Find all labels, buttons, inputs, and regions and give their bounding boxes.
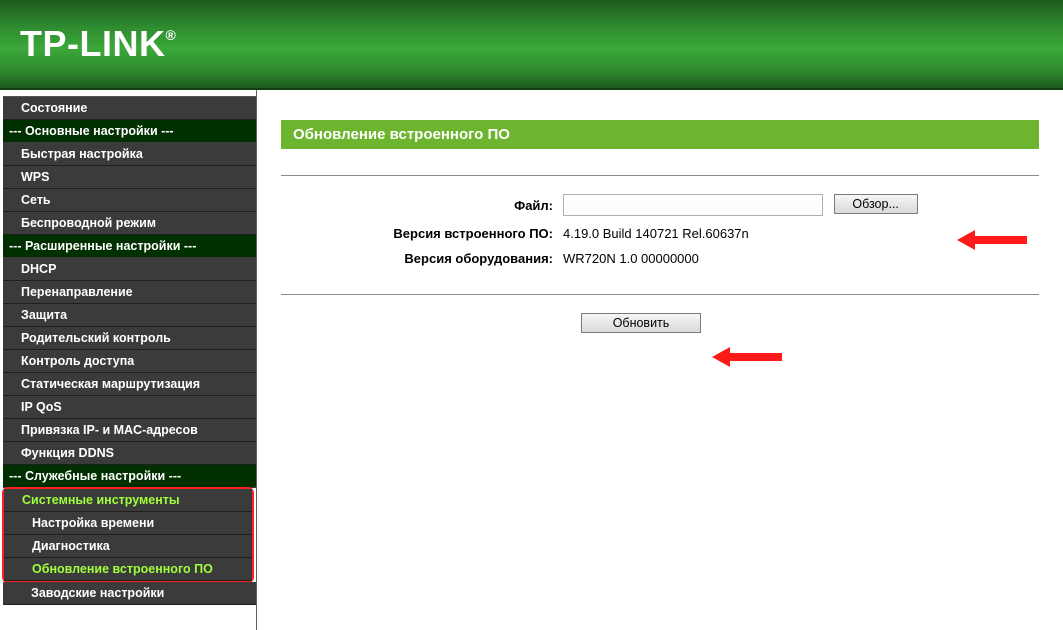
- file-row: Файл: Обзор...: [281, 194, 1039, 216]
- nav-item-network[interactable]: Сеть: [3, 189, 256, 212]
- nav-item-factory-defaults[interactable]: Заводские настройки: [3, 582, 256, 605]
- nav-item-time-settings[interactable]: Настройка времени: [4, 512, 252, 535]
- sidebar: Состояние --- Основные настройки --- Быс…: [0, 90, 257, 630]
- nav-item-status[interactable]: Состояние: [3, 97, 256, 120]
- update-button[interactable]: Обновить: [581, 313, 701, 333]
- nav-item-quick-setup[interactable]: Быстрая настройка: [3, 143, 256, 166]
- hw-row: Версия оборудования: WR720N 1.0 00000000: [281, 251, 1039, 266]
- nav-group-basic: --- Основные настройки ---: [3, 120, 256, 143]
- file-input[interactable]: [563, 194, 823, 216]
- nav-item-wireless[interactable]: Беспроводной режим: [3, 212, 256, 235]
- nav-item-ipqos[interactable]: IP QoS: [3, 396, 256, 419]
- file-value: Обзор...: [563, 194, 918, 216]
- nav-item-security[interactable]: Защита: [3, 304, 256, 327]
- brand-logo: TP-LINK®: [20, 23, 176, 65]
- hw-value: WR720N 1.0 00000000: [563, 251, 699, 266]
- page-title: Обновление встроенного ПО: [281, 120, 1039, 149]
- hw-label: Версия оборудования:: [281, 251, 563, 266]
- nav-item-access-control[interactable]: Контроль доступа: [3, 350, 256, 373]
- brand-text: TP-LINK: [20, 23, 165, 64]
- nav-item-parental[interactable]: Родительский контроль: [3, 327, 256, 350]
- nav-group-advanced: --- Расширенные настройки ---: [3, 235, 256, 258]
- nav-item-forwarding[interactable]: Перенаправление: [3, 281, 256, 304]
- body: Состояние --- Основные настройки --- Быс…: [0, 90, 1063, 630]
- nav-item-ddns[interactable]: Функция DDNS: [3, 442, 256, 465]
- divider: [281, 294, 1039, 295]
- nav-item-dhcp[interactable]: DHCP: [3, 258, 256, 281]
- nav-item-static-routing[interactable]: Статическая маршрутизация: [3, 373, 256, 396]
- divider: [281, 175, 1039, 176]
- fw-row: Версия встроенного ПО: 4.19.0 Build 1407…: [281, 226, 1039, 241]
- nav-item-diagnostic[interactable]: Диагностика: [4, 535, 252, 558]
- fw-value: 4.19.0 Build 140721 Rel.60637n: [563, 226, 749, 241]
- file-label: Файл:: [281, 198, 563, 213]
- update-row: Обновить: [281, 313, 1039, 333]
- header: TP-LINK®: [0, 0, 1063, 90]
- nav-item-system-tools[interactable]: Системные инструменты: [4, 489, 252, 512]
- nav-item-firmware-upgrade[interactable]: Обновление встроенного ПО: [4, 558, 252, 581]
- nav-item-wps[interactable]: WPS: [3, 166, 256, 189]
- nav-group-service: --- Служебные настройки ---: [3, 465, 256, 488]
- arrow-annotation-icon: [712, 345, 782, 369]
- nav-item-ip-mac-binding[interactable]: Привязка IP- и MAC-адресов: [3, 419, 256, 442]
- content-panel: Обновление встроенного ПО Файл: Обзор...…: [257, 90, 1063, 630]
- registered-icon: ®: [165, 27, 176, 43]
- highlight-annotation: Системные инструменты Настройка времени …: [2, 487, 254, 583]
- browse-button[interactable]: Обзор...: [834, 194, 918, 214]
- fw-label: Версия встроенного ПО:: [281, 226, 563, 241]
